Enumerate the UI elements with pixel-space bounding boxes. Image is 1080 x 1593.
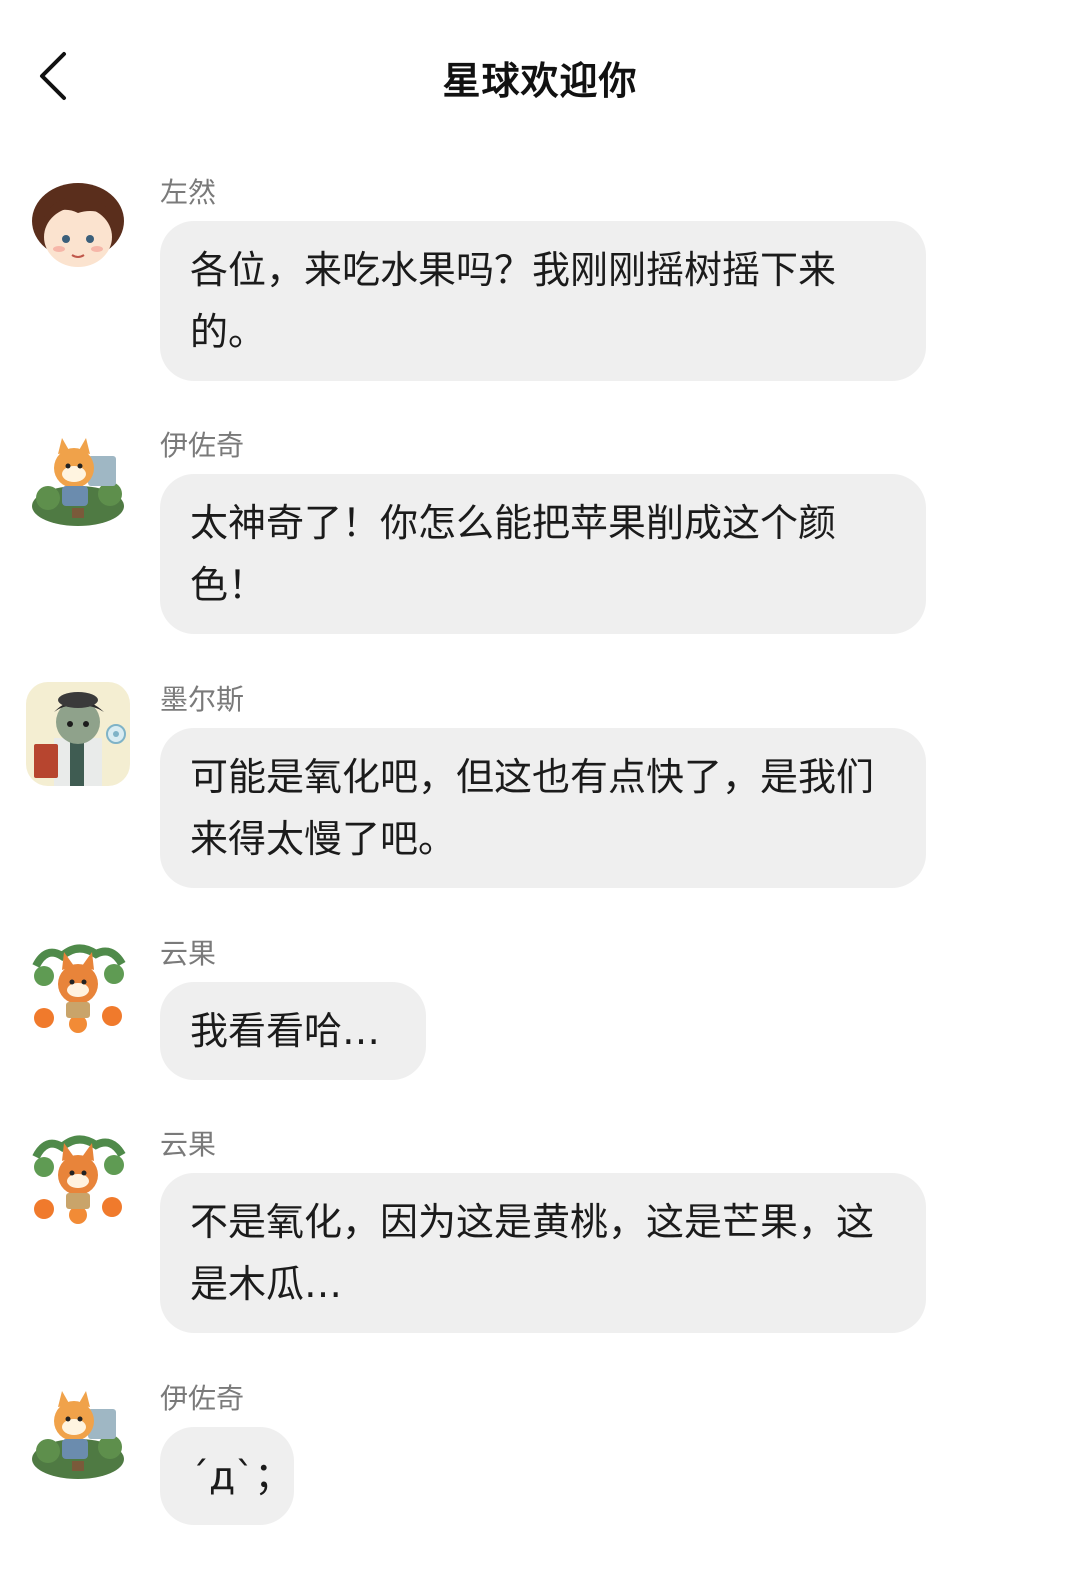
message-bubble[interactable]: ´д`； bbox=[160, 1427, 294, 1525]
avatar-yunguo[interactable] bbox=[26, 936, 130, 1040]
sender-name: 墨尔斯 bbox=[160, 683, 245, 716]
message-bubble[interactable]: 可能是氧化吧，但这也有点快了，是我们来得太慢了吧。 bbox=[160, 728, 926, 888]
avatar-image bbox=[26, 936, 130, 1040]
avatar-moersi[interactable] bbox=[26, 682, 130, 786]
top-bar: 星球欢迎你 bbox=[0, 0, 1080, 150]
message-bubble[interactable]: 各位，来吃水果吗？我刚刚摇树摇下来的。 bbox=[160, 221, 926, 381]
sender-name: 云果 bbox=[160, 937, 217, 970]
avatar-image bbox=[26, 682, 130, 786]
avatar-yunguo[interactable] bbox=[26, 1127, 130, 1231]
sender-name: 伊佐奇 bbox=[160, 429, 245, 462]
avatar-image bbox=[26, 1127, 130, 1231]
page-title: 星球欢迎你 bbox=[442, 59, 638, 103]
message-bubble[interactable]: 不是氧化，因为这是黄桃，这是芒果，这是木瓜… bbox=[160, 1173, 926, 1333]
sender-name: 左然 bbox=[160, 176, 217, 209]
message-bubble[interactable]: 太神奇了！你怎么能把苹果削成这个颜色！ bbox=[160, 474, 926, 634]
avatar-yizuoqi[interactable] bbox=[26, 428, 130, 532]
avatar-yizuoqi[interactable] bbox=[26, 1381, 130, 1485]
avatar-zuoran[interactable] bbox=[26, 175, 130, 279]
avatar-image bbox=[26, 175, 130, 279]
avatar-image bbox=[26, 1381, 130, 1485]
avatar-image bbox=[26, 428, 130, 532]
message-bubble[interactable]: 我看看哈… bbox=[160, 982, 426, 1080]
sender-name: 云果 bbox=[160, 1128, 217, 1161]
sender-name: 伊佐奇 bbox=[160, 1382, 245, 1415]
